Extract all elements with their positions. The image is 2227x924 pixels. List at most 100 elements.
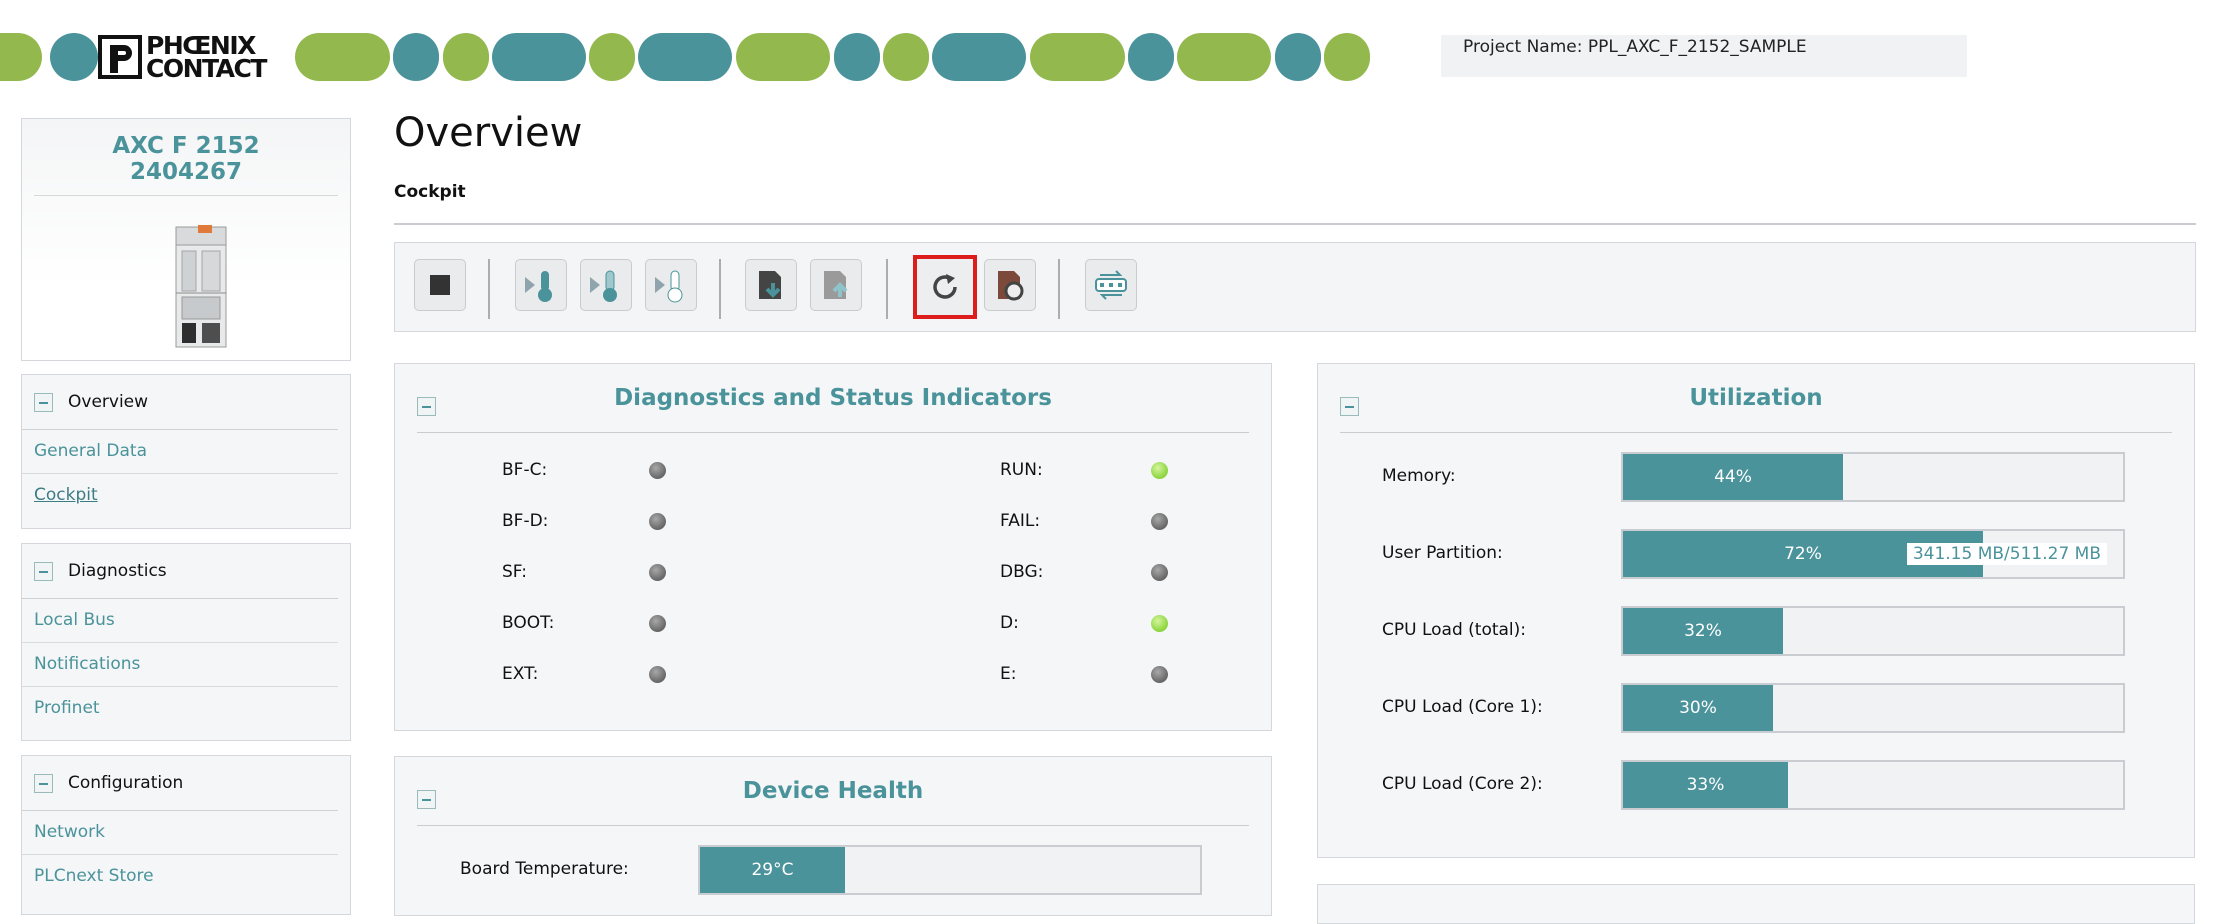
status-led-icon xyxy=(649,564,666,581)
cold-restart-button[interactable] xyxy=(515,259,567,311)
phoenix-contact-logo: PHŒNIX CONTACT xyxy=(98,33,288,81)
banner-dot xyxy=(834,33,880,81)
cold-restart-icon xyxy=(525,271,552,302)
banner-dot xyxy=(638,33,732,81)
sd-card-upload-button[interactable] xyxy=(810,259,862,311)
indicator-label: BF-C: xyxy=(502,460,548,480)
page-subtitle: Cockpit xyxy=(394,182,466,202)
sd-card-download-button[interactable] xyxy=(745,259,797,311)
nav-section-configuration: Configuration Network PLCnext Store xyxy=(21,755,351,915)
collapse-icon[interactable] xyxy=(417,397,436,416)
next-panel xyxy=(1317,884,2195,924)
collapse-icon[interactable] xyxy=(417,790,436,809)
nav-header-overview[interactable]: Overview xyxy=(22,375,338,430)
indicator-label: DBG: xyxy=(1000,562,1044,582)
nav-header-configuration[interactable]: Configuration xyxy=(22,756,338,811)
page-title: Overview xyxy=(394,110,583,156)
banner-dot xyxy=(883,33,929,81)
device-name: AXC F 2152 xyxy=(112,133,260,159)
network-settings-button[interactable] xyxy=(1085,259,1137,311)
diagnostics-panel: Diagnostics and Status Indicators BF-C: B… xyxy=(394,363,1272,731)
banner-dot xyxy=(295,33,390,81)
utilization-bar: 44% xyxy=(1621,452,2125,502)
status-led-icon xyxy=(1151,462,1168,479)
banner-dot xyxy=(393,33,439,81)
sd-download-icon xyxy=(759,271,781,299)
network-icon xyxy=(1095,270,1127,300)
collapse-icon[interactable] xyxy=(1340,397,1359,416)
utilization-value: 44% xyxy=(1623,454,1843,500)
nav-section-overview: Overview General Data Cockpit xyxy=(21,374,351,529)
reboot-icon xyxy=(933,274,957,299)
banner-dot xyxy=(932,33,1026,81)
stop-button[interactable] xyxy=(414,259,466,311)
utilization-bar: 72% 341.15 MB/511.27 MB xyxy=(1621,529,2125,579)
indicator-label: EXT: xyxy=(502,664,539,684)
utilization-value: 30% xyxy=(1623,685,1773,731)
reset-icon xyxy=(998,271,1024,301)
utilization-bar: 30% xyxy=(1621,683,2125,733)
hot-restart-button[interactable] xyxy=(645,259,697,311)
utilization-detail: 341.15 MB/511.27 MB xyxy=(1906,543,2107,565)
device-card: AXC F 2152 2404267 xyxy=(21,118,351,361)
utilization-label: CPU Load (total): xyxy=(1382,620,1527,640)
reset-button[interactable] xyxy=(984,259,1036,311)
nav-item-notifications[interactable]: Notifications xyxy=(22,643,338,687)
title-divider xyxy=(394,223,2196,225)
status-led-icon xyxy=(1151,615,1168,632)
logo-line-2: CONTACT xyxy=(146,54,267,83)
panel-title: Utilization xyxy=(1689,385,1823,411)
utilization-bar: 33% xyxy=(1621,760,2125,810)
nav-item-general-data[interactable]: General Data xyxy=(22,430,338,474)
indicator-label: FAIL: xyxy=(1000,511,1041,531)
nav-item-network[interactable]: Network xyxy=(22,811,338,855)
status-led-icon xyxy=(649,666,666,683)
banner-dot xyxy=(50,33,98,81)
utilization-value: 33% xyxy=(1623,762,1788,808)
sd-upload-icon xyxy=(824,271,848,299)
cockpit-toolbar xyxy=(394,242,2196,332)
banner-dot xyxy=(1324,33,1370,81)
utilization-label: CPU Load (Core 2): xyxy=(1382,774,1543,794)
nav-item-plcnext-store[interactable]: PLCnext Store xyxy=(22,855,338,898)
board-temperature-label: Board Temperature: xyxy=(460,859,629,879)
utilization-panel: Utilization Memory: 44% User Partition: 72%… xyxy=(1317,363,2195,858)
warm-restart-button[interactable] xyxy=(580,259,632,311)
nav-section-diagnostics: Diagnostics Local Bus Notifications Prof… xyxy=(21,543,351,741)
status-led-icon xyxy=(1151,513,1168,530)
board-temperature-value: 29°C xyxy=(700,847,845,893)
device-health-panel: Device Health Board Temperature: 29°C xyxy=(394,756,1272,916)
status-led-icon xyxy=(649,615,666,632)
status-led-icon xyxy=(1151,666,1168,683)
nav-item-profinet[interactable]: Profinet xyxy=(22,687,338,730)
banner-dot xyxy=(1030,33,1125,81)
controller-device-image xyxy=(175,225,227,348)
collapse-icon[interactable] xyxy=(34,561,53,581)
utilization-label: Memory: xyxy=(1382,466,1456,486)
utilization-label: CPU Load (Core 1): xyxy=(1382,697,1543,717)
nav-header-diagnostics[interactable]: Diagnostics xyxy=(22,544,338,599)
utilization-bar: 32% xyxy=(1621,606,2125,656)
banner-dot xyxy=(1275,33,1321,81)
indicator-label: E: xyxy=(1000,664,1017,684)
indicator-label: RUN: xyxy=(1000,460,1043,480)
board-temperature-bar: 29°C xyxy=(698,845,1202,895)
reboot-button[interactable] xyxy=(913,255,977,319)
status-led-icon xyxy=(1151,564,1168,581)
panel-title: Diagnostics and Status Indicators xyxy=(614,385,1052,411)
utilization-label: User Partition: xyxy=(1382,543,1503,563)
indicator-label: BOOT: xyxy=(502,613,555,633)
panel-title: Device Health xyxy=(742,778,924,804)
collapse-icon[interactable] xyxy=(34,773,53,793)
nav-item-local-bus[interactable]: Local Bus xyxy=(22,599,338,643)
collapse-icon[interactable] xyxy=(34,392,53,412)
status-led-icon xyxy=(649,462,666,479)
status-led-icon xyxy=(649,513,666,530)
nav-item-cockpit[interactable]: Cockpit xyxy=(22,474,338,517)
hot-restart-icon xyxy=(655,270,683,303)
utilization-value: 32% xyxy=(1623,608,1783,654)
banner-dot xyxy=(1128,33,1174,81)
indicator-label: SF: xyxy=(502,562,527,582)
warm-restart-icon xyxy=(590,270,617,302)
banner-dot xyxy=(492,33,586,81)
